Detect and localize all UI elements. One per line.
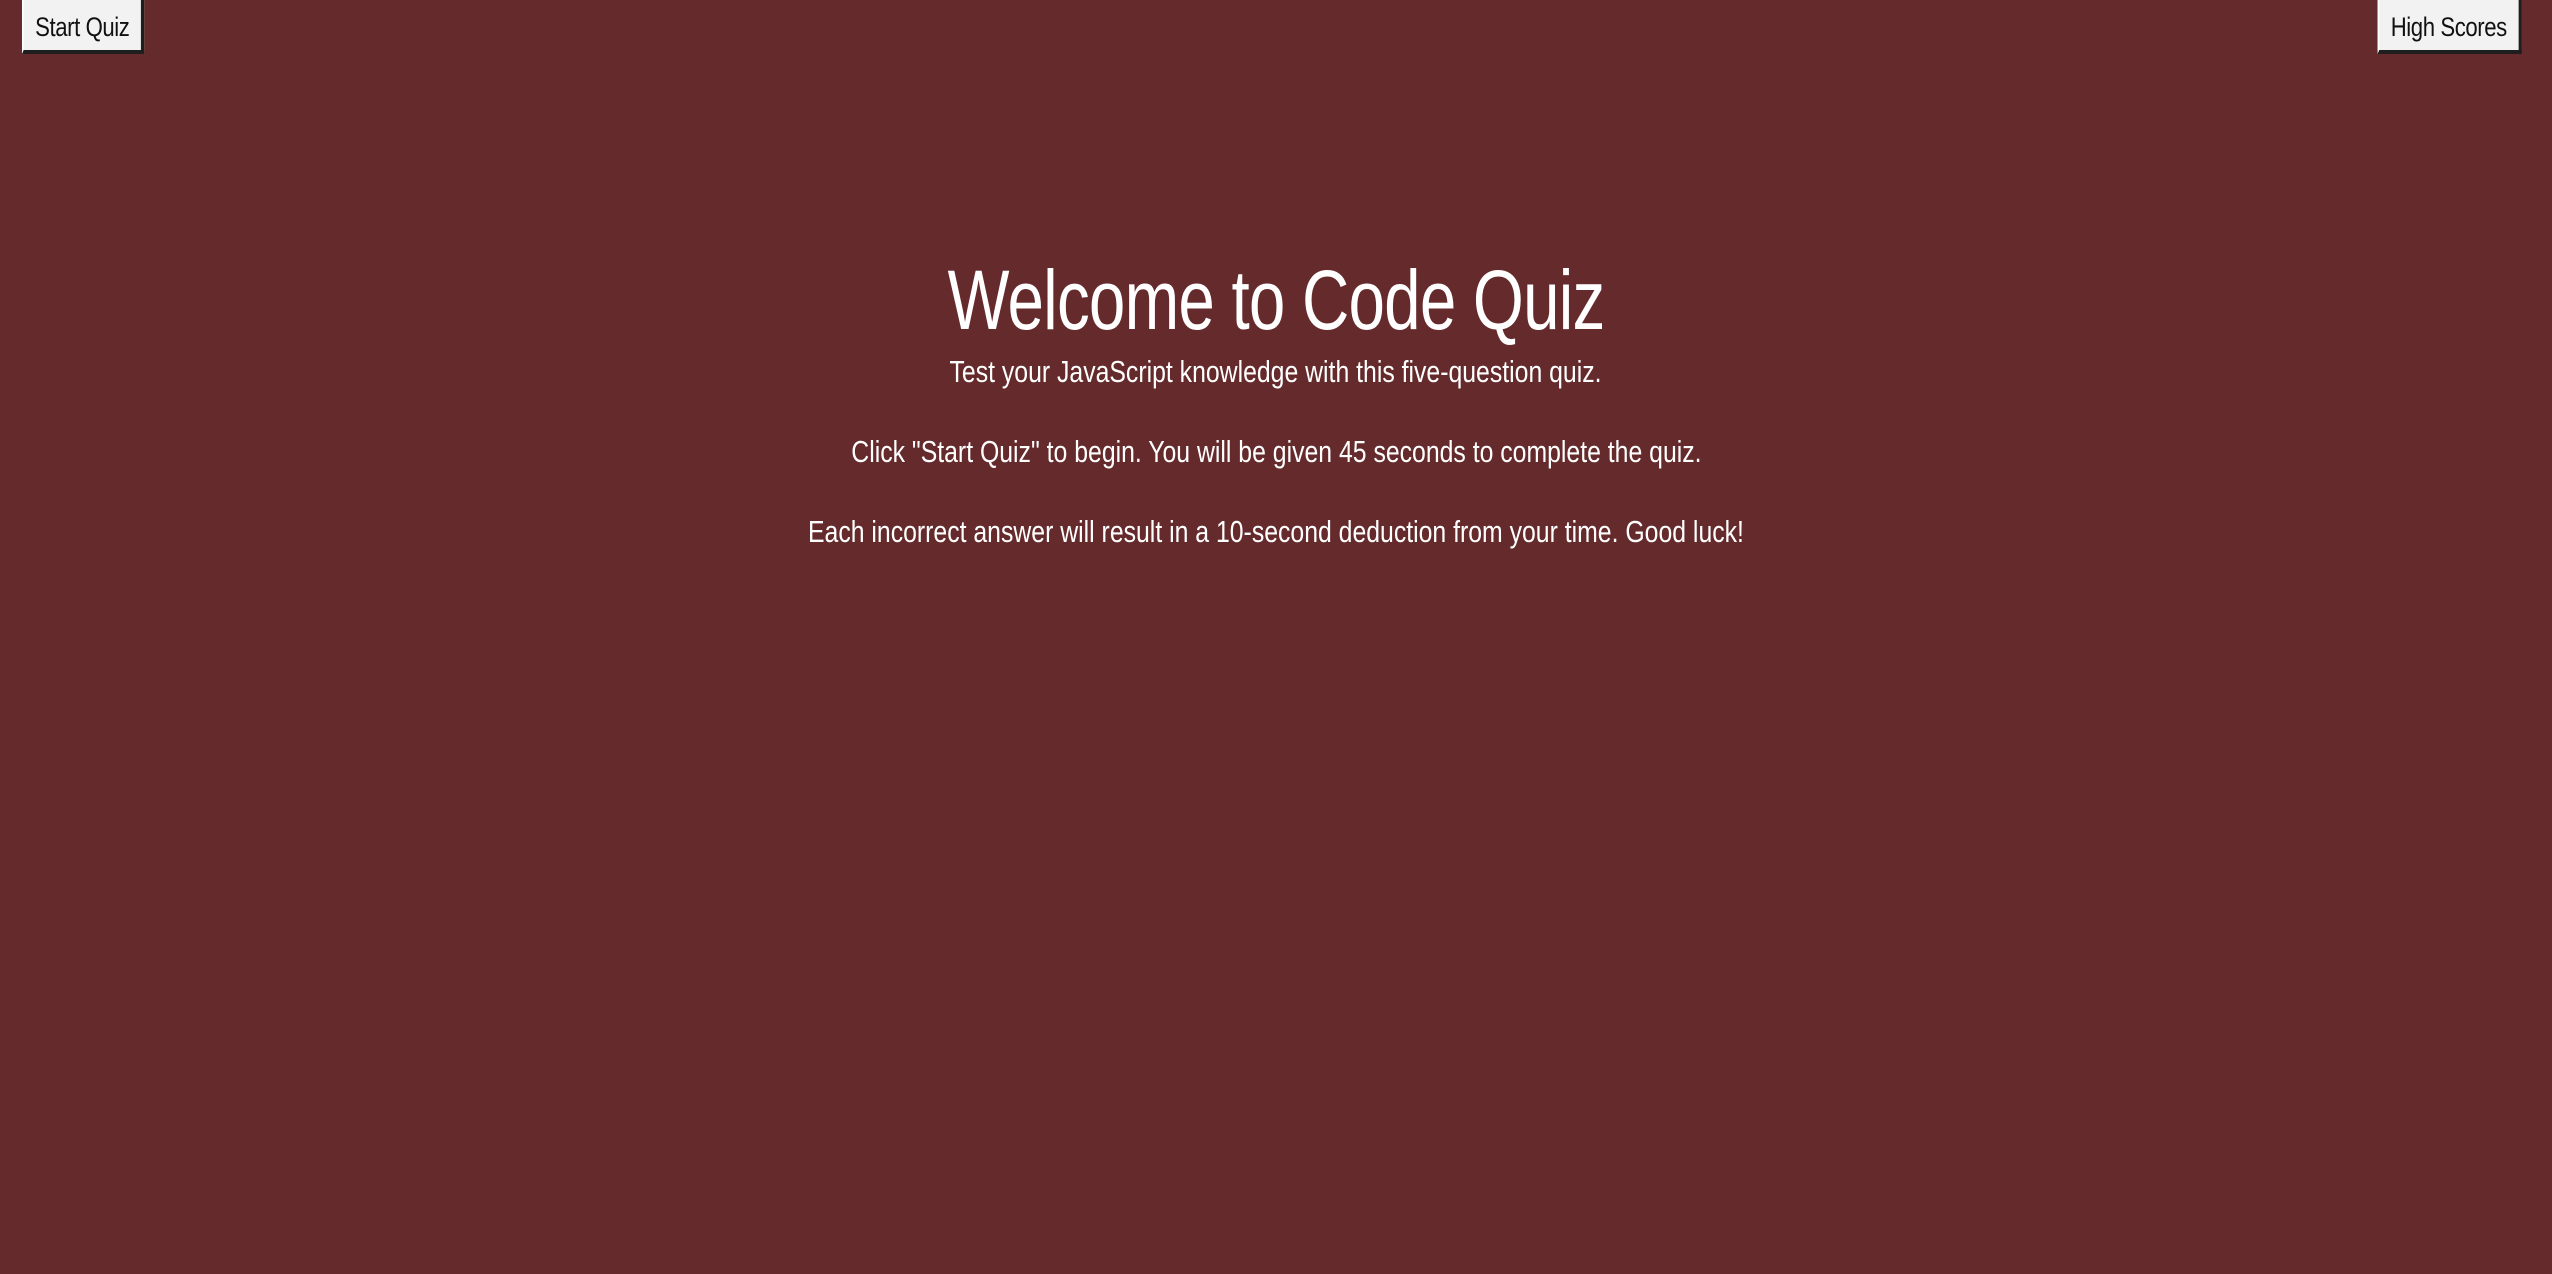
page-title: Welcome to Code Quiz (947, 253, 1606, 347)
intro-text-quiz-description-label: Test your JavaScript knowledge with this… (949, 354, 1602, 389)
intro-text-instructions-label: Click "Start Quiz" to begin. You will be… (850, 434, 1702, 469)
high-scores-button[interactable]: High Scores (2378, 0, 2522, 54)
intro-text-penalty: Each incorrect answer will result in a 1… (0, 512, 2552, 552)
top-bar: Start Quiz High Scores (0, 0, 2552, 60)
intro-text-instructions: Click "Start Quiz" to begin. You will be… (0, 432, 2552, 472)
intro-text-penalty-label: Each incorrect answer will result in a 1… (808, 514, 1744, 549)
intro-text-quiz-description: Test your JavaScript knowledge with this… (0, 352, 2552, 392)
start-quiz-button[interactable]: Start Quiz (22, 0, 145, 54)
intro-section: Welcome to Code Quiz Test your JavaScrip… (0, 250, 2552, 552)
